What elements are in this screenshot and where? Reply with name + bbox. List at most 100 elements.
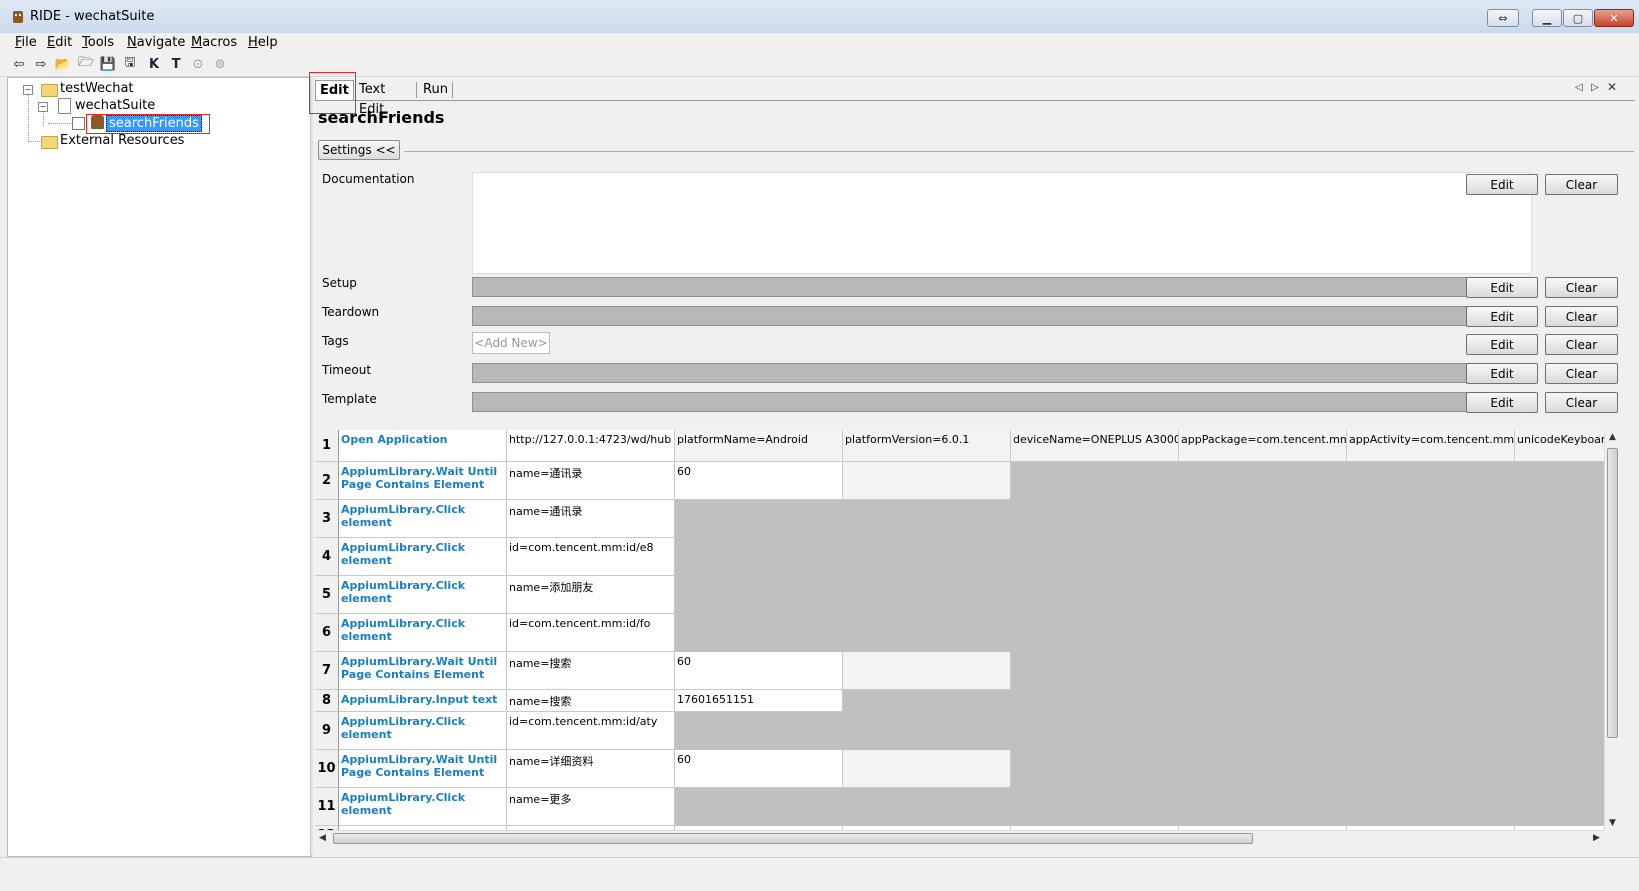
- menu-file[interactable]: File: [15, 35, 37, 50]
- tags-edit-button[interactable]: Edit: [1466, 334, 1538, 355]
- menu-tools[interactable]: Tools: [82, 35, 114, 50]
- argument-cell[interactable]: 60: [675, 652, 843, 690]
- argument-cell[interactable]: unicodeKeyboar: [1515, 430, 1605, 462]
- argument-cell[interactable]: [843, 652, 1011, 690]
- row-number[interactable]: 5: [315, 576, 339, 614]
- timeout-clear-button[interactable]: Clear: [1545, 363, 1618, 384]
- setup-field[interactable]: [472, 277, 1530, 297]
- tab-close-icon[interactable]: ✕: [1607, 80, 1617, 94]
- documentation-field[interactable]: [472, 172, 1532, 274]
- save-all-icon[interactable]: 🖫: [122, 55, 138, 72]
- menu-navigate[interactable]: Navigate: [127, 35, 185, 50]
- documentation-edit-button[interactable]: Edit: [1466, 174, 1538, 195]
- row-number[interactable]: 1: [315, 430, 339, 462]
- teardown-clear-button[interactable]: Clear: [1545, 306, 1618, 327]
- template-clear-button[interactable]: Clear: [1545, 392, 1618, 413]
- keyword-cell[interactable]: AppiumLibrary.Click element: [339, 614, 507, 652]
- row-number[interactable]: 10: [315, 750, 339, 788]
- argument-cell[interactable]: name=搜索: [507, 652, 675, 690]
- template-field[interactable]: [472, 392, 1530, 412]
- argument-cell[interactable]: name=搜索: [507, 690, 675, 712]
- argument-cell[interactable]: [843, 462, 1011, 500]
- argument-cell[interactable]: name=通讯录: [507, 500, 675, 538]
- timeout-field[interactable]: [472, 363, 1530, 383]
- documentation-clear-button[interactable]: Clear: [1545, 174, 1618, 195]
- maximize-icon[interactable]: ▢: [1563, 9, 1593, 27]
- argument-cell[interactable]: appActivity=com.tencent.mm.ui.La: [1347, 430, 1515, 462]
- forward-icon[interactable]: ⇨: [33, 56, 49, 72]
- menu-help[interactable]: Help: [248, 35, 278, 50]
- save-icon[interactable]: 💾: [100, 56, 116, 72]
- argument-cell[interactable]: platformVersion=6.0.1: [843, 430, 1011, 462]
- scroll-left-icon[interactable]: ◀: [319, 833, 326, 843]
- tags-clear-button[interactable]: Clear: [1545, 334, 1618, 355]
- tab-next-icon[interactable]: ▷: [1591, 82, 1599, 93]
- tree-node-wechatsuite[interactable]: wechatSuite: [75, 98, 155, 113]
- row-number[interactable]: 4: [315, 538, 339, 576]
- horizontal-scroll-thumb[interactable]: [333, 833, 1253, 844]
- grid-vertical-scrollbar[interactable]: ▲ ▼: [1604, 430, 1620, 830]
- tab-run[interactable]: Run: [419, 80, 452, 100]
- search-keywords-icon[interactable]: K: [146, 56, 162, 72]
- setup-clear-button[interactable]: Clear: [1545, 277, 1618, 298]
- expand-wechatsuite-icon[interactable]: −: [38, 102, 48, 112]
- scroll-up-icon[interactable]: ▲: [1609, 432, 1616, 442]
- timeout-edit-button[interactable]: Edit: [1466, 363, 1538, 384]
- scroll-down-icon[interactable]: ▼: [1609, 818, 1616, 828]
- argument-cell[interactable]: id=com.tencent.mm:id/fo: [507, 614, 675, 652]
- argument-cell[interactable]: name=详细资料: [507, 750, 675, 788]
- test-checkbox[interactable]: [72, 117, 85, 130]
- tree-node-testwechat[interactable]: testWechat: [60, 81, 134, 96]
- vertical-scroll-thumb[interactable]: [1607, 448, 1618, 738]
- keyword-cell[interactable]: AppiumLibrary.Input text: [339, 690, 507, 712]
- row-number[interactable]: 6: [315, 614, 339, 652]
- keyword-cell[interactable]: AppiumLibrary.Wait Until Page Contains E…: [339, 462, 507, 500]
- argument-cell[interactable]: id=com.tencent.mm:id/aty: [507, 712, 675, 750]
- keyword-cell[interactable]: AppiumLibrary.Click element: [339, 788, 507, 826]
- argument-cell[interactable]: 17601651151: [675, 690, 843, 712]
- argument-cell[interactable]: 60: [675, 750, 843, 788]
- teardown-edit-button[interactable]: Edit: [1466, 306, 1538, 327]
- scroll-right-icon[interactable]: ▶: [1593, 833, 1600, 843]
- template-edit-button[interactable]: Edit: [1466, 392, 1538, 413]
- keyword-cell[interactable]: AppiumLibrary.Click element: [339, 500, 507, 538]
- keyword-cell[interactable]: AppiumLibrary.Click element: [339, 712, 507, 750]
- argument-cell[interactable]: platformName=Android: [675, 430, 843, 462]
- stop-icon[interactable]: ⊚: [212, 56, 228, 72]
- close-icon[interactable]: ✕: [1594, 9, 1634, 27]
- argument-cell[interactable]: 60: [675, 462, 843, 500]
- keyword-cell[interactable]: AppiumLibrary.Click element: [339, 538, 507, 576]
- search-tests-icon[interactable]: T: [168, 56, 184, 72]
- row-number[interactable]: 2: [315, 462, 339, 500]
- run-icon[interactable]: ⊙: [190, 56, 206, 72]
- argument-cell[interactable]: name=通讯录: [507, 462, 675, 500]
- keyword-cell[interactable]: AppiumLibrary.Wait Until Page Contains E…: [339, 750, 507, 788]
- restore-icon[interactable]: ⇔: [1487, 9, 1519, 27]
- keyword-cell[interactable]: AppiumLibrary.Click element: [339, 576, 507, 614]
- back-icon[interactable]: ⇦: [11, 56, 27, 72]
- row-number[interactable]: 11: [315, 788, 339, 826]
- row-number[interactable]: 9: [315, 712, 339, 750]
- argument-cell[interactable]: [843, 750, 1011, 788]
- open-suite-icon[interactable]: 📂: [55, 56, 71, 72]
- keyword-cell[interactable]: Open Application: [339, 430, 507, 462]
- tags-add-new[interactable]: <Add New>: [472, 332, 550, 354]
- expand-testwechat-icon[interactable]: −: [23, 85, 33, 95]
- tab-text-edit[interactable]: Text Edit: [355, 80, 389, 117]
- setup-edit-button[interactable]: Edit: [1466, 277, 1538, 298]
- row-number[interactable]: 7: [315, 652, 339, 690]
- menu-edit[interactable]: Edit: [47, 35, 72, 50]
- argument-cell[interactable]: deviceName=ONEPLUS A3000: [1011, 430, 1179, 462]
- menu-macros[interactable]: Macros: [191, 35, 237, 50]
- keyword-cell[interactable]: AppiumLibrary.Wait Until Page Contains E…: [339, 652, 507, 690]
- argument-cell[interactable]: appPackage=com.tencent.mm: [1179, 430, 1347, 462]
- tree-node-external-resources[interactable]: External Resources: [60, 133, 184, 148]
- argument-cell[interactable]: name=添加朋友: [507, 576, 675, 614]
- argument-cell[interactable]: http://127.0.0.1:4723/wd/hub: [507, 430, 675, 462]
- grid-horizontal-scrollbar[interactable]: ◀ ▶: [315, 830, 1605, 846]
- row-number[interactable]: 3: [315, 500, 339, 538]
- tab-prev-icon[interactable]: ◁: [1575, 82, 1583, 93]
- argument-cell[interactable]: name=更多: [507, 788, 675, 826]
- row-number[interactable]: 8: [315, 690, 339, 712]
- argument-cell[interactable]: id=com.tencent.mm:id/e8: [507, 538, 675, 576]
